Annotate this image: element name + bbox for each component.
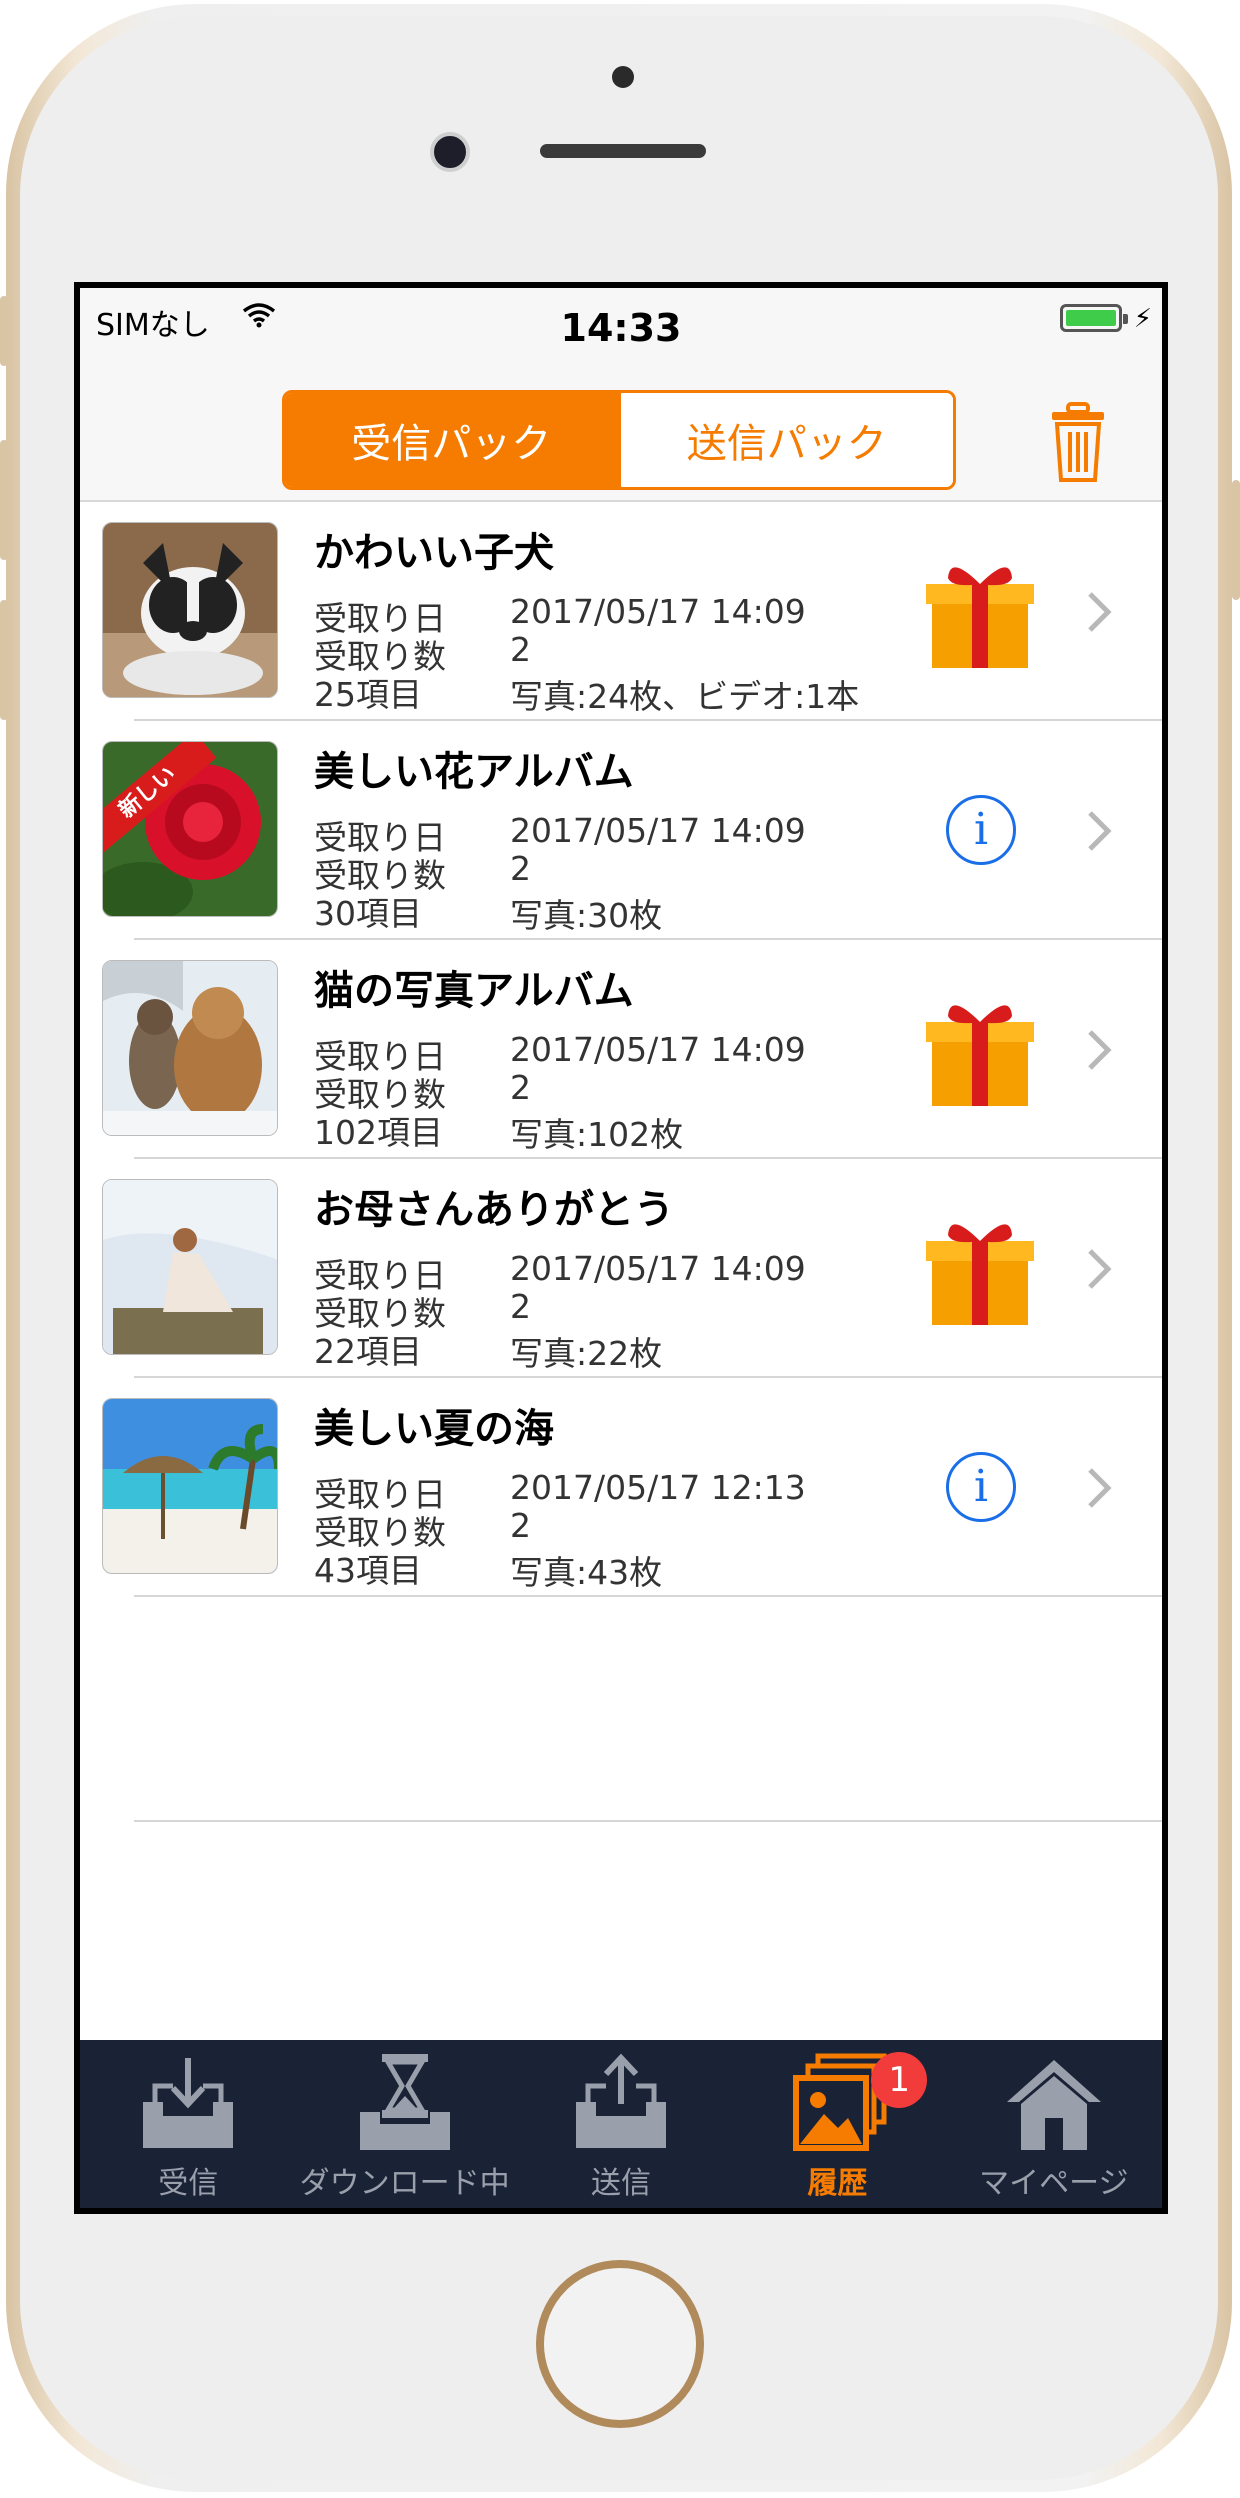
pack-title: 美しい花アルバム: [314, 749, 634, 795]
list-item[interactable]: かわいい子犬 受取り日 2017/05/17 14:09 受取り数 2 25項目…: [80, 502, 1162, 721]
screen-bezel: SIMなし 14:33 ⚡ 受信パック 送信パック かわいい子犬 受取り日 20…: [74, 282, 1168, 2214]
empty-row-separator: [134, 1820, 1162, 1822]
battery-tip: [1123, 314, 1128, 324]
received-count-value: 2: [510, 1506, 531, 1545]
item-count-text: 25項目: [314, 675, 422, 714]
gift-icon[interactable]: [920, 1211, 1040, 1331]
list-item[interactable]: 美しい夏の海 受取り日 2017/05/17 12:13 受取り数 2 43項目…: [80, 1378, 1162, 1597]
received-date-value: 2017/05/17 14:09: [510, 1030, 806, 1069]
media-detail-text: 写真:43枚: [510, 1553, 663, 1592]
chevron-right-icon: [1088, 592, 1112, 632]
thumbnail-dog: [102, 522, 278, 698]
thumbnail-woman: [102, 1179, 278, 1355]
tab-send-label: 送信: [591, 2166, 652, 2201]
app-screen: SIMなし 14:33 ⚡ 受信パック 送信パック かわいい子犬 受取り日 20…: [80, 288, 1162, 2208]
home-icon: [1006, 2060, 1101, 2150]
item-count-text: 22項目: [314, 1332, 422, 1371]
received-count-value: 2: [510, 1287, 531, 1326]
battery-icon: [1060, 304, 1122, 332]
gift-icon[interactable]: [920, 992, 1040, 1112]
item-count-text: 102項目: [314, 1113, 443, 1152]
media-detail-text: 写真:24枚、ビデオ:1本: [510, 677, 860, 716]
info-icon[interactable]: i: [946, 795, 1016, 865]
media-detail-text: 写真:102枚: [510, 1115, 684, 1154]
earpiece-speaker: [540, 144, 706, 158]
outbox-upload-icon: [576, 2053, 667, 2148]
received-date-value: 2017/05/17 14:09: [510, 811, 806, 850]
chevron-right-icon: [1088, 811, 1112, 851]
power-button: [1232, 480, 1240, 600]
tab-history-label: 履歴: [807, 2166, 868, 2201]
segment-received-pack[interactable]: 受信パック: [285, 393, 618, 487]
volume-down-button: [0, 600, 8, 720]
tab-bar: 受信 ダウンロード中 送信 1 履歴 マイページ: [80, 2040, 1162, 2208]
received-count-value: 2: [510, 1068, 531, 1107]
received-count-value: 2: [510, 849, 531, 888]
info-icon[interactable]: i: [946, 1452, 1016, 1522]
pack-segmented-control[interactable]: 受信パック 送信パック: [282, 390, 956, 490]
pack-title: お母さんありがとう: [314, 1187, 674, 1233]
thumbnail-rose: 新しい: [102, 741, 278, 917]
tab-receive[interactable]: 受信: [80, 2040, 296, 2208]
list-item[interactable]: 新しい 美しい花アルバム 受取り日 2017/05/17 14:09 受取り数 …: [80, 721, 1162, 940]
chevron-right-icon: [1088, 1468, 1112, 1508]
pack-title: 猫の写真アルバム: [314, 968, 634, 1014]
received-date-value: 2017/05/17 14:09: [510, 592, 806, 631]
tab-mypage-label: マイページ: [979, 2166, 1129, 2201]
media-detail-text: 写真:30枚: [510, 896, 663, 935]
clock: 14:33: [560, 306, 682, 350]
item-count-text: 43項目: [314, 1551, 422, 1590]
list-item[interactable]: 猫の写真アルバム 受取り日 2017/05/17 14:09 受取り数 2 10…: [80, 940, 1162, 1159]
media-detail-text: 写真:22枚: [510, 1334, 663, 1373]
charging-bolt-icon: ⚡: [1133, 304, 1152, 334]
front-camera: [430, 132, 470, 172]
pack-list: かわいい子犬 受取り日 2017/05/17 14:09 受取り数 2 25項目…: [80, 502, 1162, 1597]
hourglass-icon: [359, 2054, 450, 2150]
chevron-right-icon: [1088, 1030, 1112, 1070]
list-item[interactable]: お母さんありがとう 受取り日 2017/05/17 14:09 受取り数 2 2…: [80, 1159, 1162, 1378]
tab-mypage[interactable]: マイページ: [946, 2040, 1162, 2208]
tab-downloading[interactable]: ダウンロード中: [296, 2040, 512, 2208]
proximity-sensor: [612, 66, 634, 88]
tab-downloading-label: ダウンロード中: [299, 2166, 510, 2201]
tab-history[interactable]: 1 履歴: [729, 2040, 945, 2208]
tab-receive-label: 受信: [158, 2166, 219, 2201]
mute-switch: [0, 296, 8, 366]
received-date-value: 2017/05/17 12:13: [510, 1468, 806, 1507]
thumbnail-beach: [102, 1398, 278, 1574]
gift-icon[interactable]: [920, 554, 1040, 674]
thumbnail-cats: [102, 960, 278, 1136]
chevron-right-icon: [1088, 1249, 1112, 1289]
nav-bar: 受信パック 送信パック: [80, 360, 1162, 502]
received-date-value: 2017/05/17 14:09: [510, 1249, 806, 1288]
trash-icon[interactable]: [1048, 400, 1108, 484]
volume-up-button: [0, 440, 8, 560]
status-bar: SIMなし 14:33 ⚡: [80, 288, 1162, 360]
home-button[interactable]: [536, 2260, 704, 2428]
segment-sent-pack[interactable]: 送信パック: [617, 393, 953, 487]
notification-badge: 1: [871, 2052, 928, 2108]
item-count-text: 30項目: [314, 894, 422, 933]
pack-title: 美しい夏の海: [314, 1406, 554, 1452]
inbox-download-icon: [143, 2058, 234, 2148]
tab-send[interactable]: 送信: [513, 2040, 729, 2208]
pack-title: かわいい子犬: [314, 530, 554, 576]
row-separator: [134, 1595, 1162, 1597]
received-count-value: 2: [510, 630, 531, 669]
